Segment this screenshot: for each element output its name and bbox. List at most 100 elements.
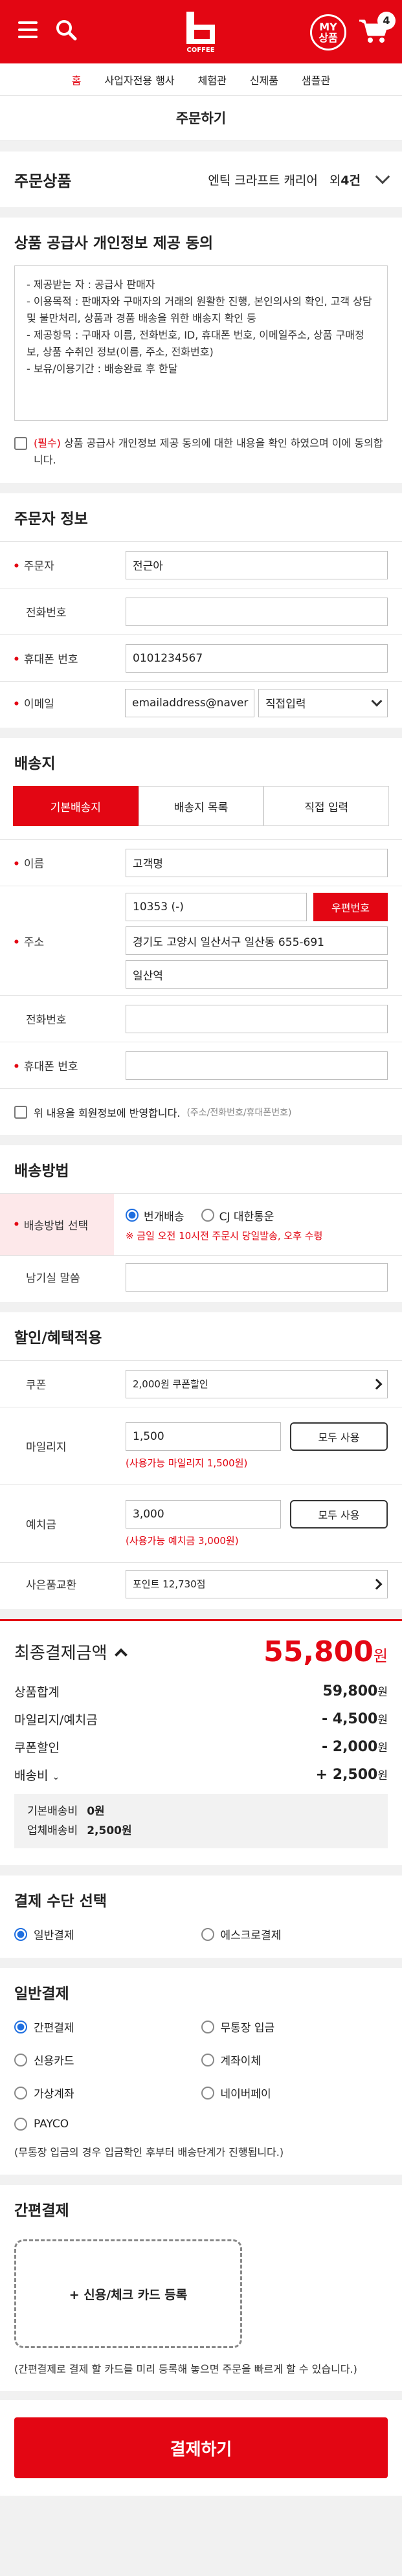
- orderer-mobile-input[interactable]: 0101234567: [126, 644, 388, 673]
- zipcode-input[interactable]: 10353 (-): [126, 893, 307, 921]
- vendor-shipping-label: 업체배송비: [27, 1824, 78, 1837]
- option-payco[interactable]: PAYCO: [14, 2118, 201, 2131]
- use-all-deposit-button[interactable]: 모두 사용: [290, 1500, 388, 1529]
- general-pay-title: 일반결제: [14, 1986, 69, 2002]
- use-all-mileage-button[interactable]: 모두 사용: [290, 1422, 388, 1451]
- nav-home[interactable]: 홈: [72, 72, 82, 87]
- gift-row: 사은품교환 포인트 12,730점: [0, 1562, 402, 1609]
- order-items-toggle[interactable]: 주문상품 엔틱 크라프트 캐리어 외4건: [0, 151, 402, 207]
- product-total-value: 59,800: [322, 1683, 378, 1699]
- coupon-discount-row: 쿠폰할인 - 2,000원: [14, 1738, 388, 1756]
- option-escrow-pay[interactable]: 에스크로결제: [201, 1926, 388, 1942]
- radio-bank-deposit[interactable]: [201, 2020, 214, 2033]
- delivery-section: 배송방법 • 배송방법 선택 번개배송 CJ 대한통운 ※ 금일 오전 10시전 …: [0, 1145, 402, 1302]
- radio-naver-pay[interactable]: [201, 2086, 214, 2100]
- consent-line: - 제공항목 : 구매자 이름, 전화번호, ID, 휴대폰 번호, 이메일주소…: [27, 329, 364, 358]
- delivery-title: 배송방법: [14, 1163, 69, 1180]
- recipient-name-input[interactable]: 고객명: [126, 848, 388, 877]
- recipient-phone-input[interactable]: [126, 1004, 388, 1033]
- radio-virtual-account[interactable]: [14, 2086, 27, 2100]
- deposit-available-note: (사용가능 예치금 3,000원): [126, 1535, 239, 1547]
- discount-section: 할인/혜택적용 쿠폰 2,000원 쿠폰할인 마일리지 1,500 모두 사용 …: [0, 1312, 402, 1609]
- coupon-discount-label: 쿠폰할인: [14, 1741, 60, 1755]
- delivery-method-label: 배송방법 선택: [23, 1220, 89, 1233]
- radio-credit-card[interactable]: [14, 2053, 27, 2066]
- reflect-hint: (주소/전화번호/휴대폰번호): [186, 1107, 292, 1118]
- search-icon[interactable]: [54, 18, 78, 41]
- shipping-fee-row[interactable]: 배송비 ⌄ + 2,500원: [14, 1766, 388, 1784]
- menu-icon[interactable]: [18, 21, 38, 38]
- consent-line: - 제공받는 자 : 공급사 판매자: [27, 278, 155, 291]
- nav-business-event[interactable]: 사업자전용 행사: [105, 72, 175, 87]
- chevron-down-icon[interactable]: [375, 169, 390, 185]
- email-input[interactable]: emailaddress@naver: [125, 688, 254, 717]
- radio-general-pay[interactable]: [14, 1927, 27, 1941]
- recipient-mobile-input[interactable]: [126, 1051, 388, 1080]
- option-credit-card[interactable]: 신용카드: [14, 2052, 201, 2068]
- zipcode-search-button[interactable]: 우편번호: [313, 893, 388, 921]
- orderer-email-label: 이메일: [23, 698, 54, 711]
- order-items-title: 주문상품: [14, 172, 72, 190]
- product-total-row: 상품합계 59,800원: [14, 1683, 388, 1700]
- message-input[interactable]: [126, 1262, 388, 1292]
- coupon-select[interactable]: 2,000원 쿠폰할인: [126, 1369, 388, 1398]
- summary-toggle[interactable]: 최종결제금액: [14, 1640, 128, 1664]
- orderer-section: 주문자 정보 • 주문자 전근아 전화번호 • 휴대폰 번호 0101234567 …: [0, 493, 402, 728]
- consent-checkbox[interactable]: [14, 437, 27, 450]
- my-products-button[interactable]: MY 상품: [310, 14, 346, 50]
- option-easy-pay[interactable]: 간편결제: [14, 2019, 201, 2035]
- pay-button[interactable]: 결제하기: [14, 2417, 388, 2478]
- option-naver-pay[interactable]: 네이버페이: [201, 2085, 388, 2101]
- orderer-phone-input[interactable]: [126, 597, 388, 626]
- address2-input[interactable]: 일산역: [126, 960, 388, 989]
- pay-button-area: 결제하기: [0, 2400, 402, 2496]
- email-domain-select[interactable]: 직접입력: [258, 688, 388, 717]
- svg-text:COFFEE: COFFEE: [186, 47, 214, 54]
- base-shipping-value: 0원: [87, 1805, 105, 1818]
- add-card-button[interactable]: + 신용/체크 카드 등록: [14, 2239, 242, 2348]
- credit-card-label: 신용카드: [34, 2055, 74, 2068]
- orderer-name-row: • 주문자 전근아: [0, 541, 402, 588]
- message-row: 남기실 말씀: [0, 1255, 402, 1302]
- address1-input[interactable]: 경기도 고양시 일산서구 일산동 655-691: [126, 926, 388, 955]
- mileage-available-note: (사용가능 마일리지 1,500원): [126, 1457, 248, 1469]
- consent-agree-label: (필수) 상품 공급사 개인정보 제공 동의에 대한 내용을 확인 하였으며 이…: [34, 435, 388, 469]
- deposit-input[interactable]: 3,000: [126, 1500, 281, 1529]
- tab-direct-input[interactable]: 직접 입력: [263, 786, 390, 826]
- radio-payco[interactable]: [14, 2118, 27, 2131]
- consent-agree[interactable]: (필수) 상품 공급사 개인정보 제공 동의에 대한 내용을 확인 하였으며 이…: [14, 435, 388, 469]
- coffee-logo[interactable]: COFFEE: [183, 9, 219, 54]
- tab-address-list[interactable]: 배송지 목록: [138, 786, 264, 826]
- nav-samples[interactable]: 샘플관: [302, 72, 330, 87]
- shipping-detail-box: 기본배송비 0원 업체배송비 2,500원: [14, 1794, 388, 1848]
- consent-section: 상품 공급사 개인정보 제공 동의 - 제공받는 자 : 공급사 판매자 - 이…: [0, 218, 402, 483]
- mileage-input[interactable]: 1,500: [126, 1422, 281, 1451]
- easy-pay-section: 간편결제 + 신용/체크 카드 등록 (간편결제로 결제 할 카드를 미리 등록…: [0, 2185, 402, 2391]
- mileage-row: 마일리지 1,500 모두 사용 (사용가능 마일리지 1,500원): [0, 1407, 402, 1484]
- tab-default-address[interactable]: 기본배송지: [13, 786, 139, 826]
- reflect-checkbox[interactable]: [14, 1105, 27, 1119]
- option-virtual-account[interactable]: 가상계좌: [14, 2085, 201, 2101]
- option-bank-deposit[interactable]: 무통장 입금: [201, 2019, 388, 2035]
- consent-line: - 보유/이용기간 : 배송완료 후 한달: [27, 363, 178, 375]
- gift-select[interactable]: 포인트 12,730점: [126, 1569, 388, 1598]
- recipient-name-row: • 이름 고객명: [0, 839, 402, 886]
- email-domain-value: 직접입력: [265, 698, 306, 711]
- radio-escrow-pay[interactable]: [201, 1927, 214, 1941]
- option-general-pay[interactable]: 일반결제: [14, 1926, 201, 1942]
- option-account-transfer[interactable]: 계좌이체: [201, 2052, 388, 2068]
- radio-easy-pay[interactable]: [14, 2020, 27, 2033]
- radio-cj-delivery[interactable]: [201, 1209, 214, 1222]
- radio-account-transfer[interactable]: [201, 2053, 214, 2066]
- nav-experience[interactable]: 체험관: [198, 72, 227, 87]
- nav-new-products[interactable]: 신제품: [250, 72, 278, 87]
- coupon-discount-value: - 2,000: [321, 1739, 378, 1755]
- shipping-tabs: 기본배송지 배송지 목록 직접 입력: [13, 786, 390, 826]
- radio-lightning-delivery[interactable]: [126, 1209, 139, 1222]
- orderer-name-input[interactable]: 전근아: [126, 550, 388, 579]
- consent-text-box[interactable]: - 제공받는 자 : 공급사 판매자 - 이용목적 : 판매자와 구매자의 거래…: [14, 265, 388, 421]
- consent-line: - 이용목적 : 판매자와 구매자의 거래의 원활한 진행, 본인의사의 확인,…: [27, 295, 372, 324]
- summary-title: 최종결제금액: [14, 1644, 107, 1663]
- consent-title: 상품 공급사 개인정보 제공 동의: [14, 235, 214, 252]
- recipient-phone-label: 전화번호: [26, 1014, 67, 1027]
